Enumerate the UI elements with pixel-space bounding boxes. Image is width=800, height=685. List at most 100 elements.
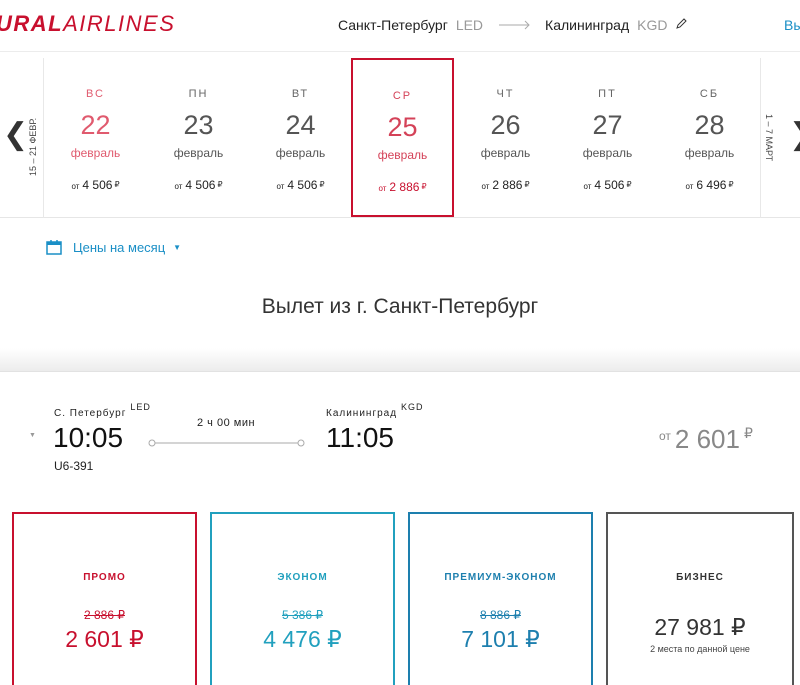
departure-section-title: Вылет из г. Санкт-Петербург <box>261 295 539 318</box>
month-prices-toggle[interactable]: Цены на месяц ▼ <box>46 239 181 255</box>
price-value: 4 506 <box>82 178 113 192</box>
day-price: от 2 886 ₽ <box>454 178 557 192</box>
fare-card-premium-economy[interactable]: ПРЕМИУМ-ЭКОНОМ 8 886 ₽ 7 101 ₽ <box>408 512 593 685</box>
price-prefix: от <box>659 429 671 443</box>
price-prefix: от <box>71 182 80 191</box>
day-of-week: ЧТ <box>496 88 515 100</box>
departure-time: 10:05 <box>53 422 124 453</box>
day-price: от 4 506 ₽ <box>249 178 352 192</box>
date-cell[interactable]: ВТ 24 февраль от 4 506 ₽ <box>249 58 352 218</box>
price-prefix: от <box>583 182 592 191</box>
fare-old-price: 2 886 ₽ <box>84 608 125 622</box>
price-value: 4 506 <box>287 178 318 192</box>
day-price: от 2 886 ₽ <box>353 180 452 194</box>
fare-card-business[interactable]: БИЗНЕС 27 981 ₽ 2 места по данной цене <box>606 512 794 685</box>
flight-number: U6-391 <box>54 459 94 473</box>
fare-card-economy[interactable]: ЭКОНОМ 5 386 ₽ 4 476 ₽ <box>210 512 395 685</box>
flight-row[interactable]: ▼ С. ПетербургLED 10:05 U6-391 2 ч 00 ми… <box>0 372 800 502</box>
flight-duration: 2 ч 00 мин <box>197 417 256 429</box>
price-value: 4 506 <box>594 178 625 192</box>
day-of-week: ВС <box>86 88 105 100</box>
day-of-week: ВТ <box>291 88 310 100</box>
flight-min-price: от 2 601 ₽ <box>659 424 753 455</box>
day-number: 22 <box>80 110 111 140</box>
currency-sign: ₽ <box>626 180 632 189</box>
arrival-time: 11:05 <box>326 422 394 453</box>
day-month: февраль <box>70 146 121 160</box>
day-month: февраль <box>173 146 224 160</box>
fare-name: ПРОМО <box>83 572 126 583</box>
day-price: от 4 506 ₽ <box>147 178 250 192</box>
currency-sign: ₽ <box>743 425 753 441</box>
top-header: URALAIRLINES Санкт-Петербург LED Калинин… <box>0 0 800 52</box>
currency-sign: ₽ <box>524 180 530 189</box>
fare-price: 4 476 ₽ <box>263 626 342 652</box>
day-number: 23 <box>183 110 214 140</box>
day-month: февраль <box>684 146 735 160</box>
currency-sign: ₽ <box>319 180 325 189</box>
fare-seats-note: 2 места по данной цене <box>650 644 750 654</box>
price-prefix: от <box>481 182 490 191</box>
fare-price: 27 981 ₽ <box>654 614 746 640</box>
logo-text-bold: URAL <box>0 11 64 36</box>
price-value: 4 506 <box>185 178 216 192</box>
edit-pencil-icon[interactable] <box>675 17 688 33</box>
price-value: 6 496 <box>696 178 727 192</box>
date-cell[interactable]: ПТ 27 февраль от 4 506 ₽ <box>556 58 659 218</box>
day-month: февраль <box>582 146 633 160</box>
fare-price: 2 601 ₽ <box>65 626 144 652</box>
next-week-range: 1 – 7 МАРТ <box>764 114 774 162</box>
next-week-button[interactable]: 1 – 7 МАРТ ❯ <box>760 58 800 218</box>
date-cell[interactable]: ПН 23 февраль от 4 506 ₽ <box>147 58 250 218</box>
fare-old-price: 8 886 ₽ <box>480 608 521 622</box>
price-prefix: от <box>174 182 183 191</box>
day-price: от 4 506 ₽ <box>556 178 659 192</box>
route-origin: Санкт-Петербург <box>338 17 448 33</box>
day-of-week: ПТ <box>598 88 617 100</box>
day-number: 24 <box>285 110 316 140</box>
price-prefix: от <box>276 182 285 191</box>
fare-price: 7 101 ₽ <box>461 626 540 652</box>
prev-week-range: 15 – 21 ФЕВР. <box>28 117 38 176</box>
fare-name: БИЗНЕС <box>676 572 724 583</box>
day-price: от 4 506 ₽ <box>44 178 147 192</box>
currency-sign: ₽ <box>421 182 427 191</box>
route-destination-code: KGD <box>637 17 668 33</box>
departure-city-name: С. Петербург <box>54 408 127 419</box>
day-number: 27 <box>592 110 623 140</box>
day-number: 28 <box>694 110 725 140</box>
route-summary[interactable]: Санкт-Петербург LED Калининград KGD <box>338 17 688 33</box>
logo-text-light: AIRLINES <box>63 11 176 36</box>
fare-card-promo[interactable]: ПРОМО 2 886 ₽ 2 601 ₽ <box>12 512 197 685</box>
date-cell[interactable]: ВС 22 февраль от 4 506 ₽ <box>44 58 147 218</box>
day-month: февраль <box>480 146 531 160</box>
price-prefix: от <box>685 182 694 191</box>
route-origin-code: LED <box>455 17 484 33</box>
date-cell[interactable]: СБ 28 февраль от 6 496 ₽ <box>658 58 761 218</box>
day-of-week: СР <box>392 90 413 102</box>
expand-arrow-icon[interactable]: ▼ <box>29 432 36 439</box>
day-month: февраль <box>275 146 326 160</box>
price-value: 2 886 <box>492 178 523 192</box>
flight-track-line <box>148 434 305 447</box>
currency-sign: ₽ <box>217 180 223 189</box>
date-selector: 15 – 21 ФЕВР. ❮ ВС 22 февраль от 4 506 ₽ П… <box>0 58 800 218</box>
month-prices-label: Цены на месяц <box>73 239 166 255</box>
chevron-right-icon: ❯ <box>789 120 800 150</box>
departure-code: LED <box>130 402 151 412</box>
day-of-week: СБ <box>699 88 720 100</box>
route-destination: Калининград <box>545 17 630 33</box>
header-login-link[interactable]: Вы <box>784 17 800 33</box>
date-cell[interactable]: ЧТ 26 февраль от 2 886 ₽ <box>454 58 557 218</box>
day-price: от 6 496 ₽ <box>658 178 761 192</box>
day-of-week: ПН <box>188 88 209 100</box>
day-month: февраль <box>377 148 428 162</box>
fare-name: ЭКОНОМ <box>277 572 328 583</box>
prev-week-button[interactable]: 15 – 21 ФЕВР. ❮ <box>0 58 44 218</box>
date-cell-selected[interactable]: СР 25 февраль от 2 886 ₽ <box>351 58 454 217</box>
day-number: 25 <box>387 112 418 142</box>
airline-logo[interactable]: URALAIRLINES <box>0 11 175 37</box>
fare-name: ПРЕМИУМ-ЭКОНОМ <box>444 572 557 583</box>
caret-down-icon: ▼ <box>173 242 182 252</box>
route-arrow-icon <box>499 20 531 30</box>
